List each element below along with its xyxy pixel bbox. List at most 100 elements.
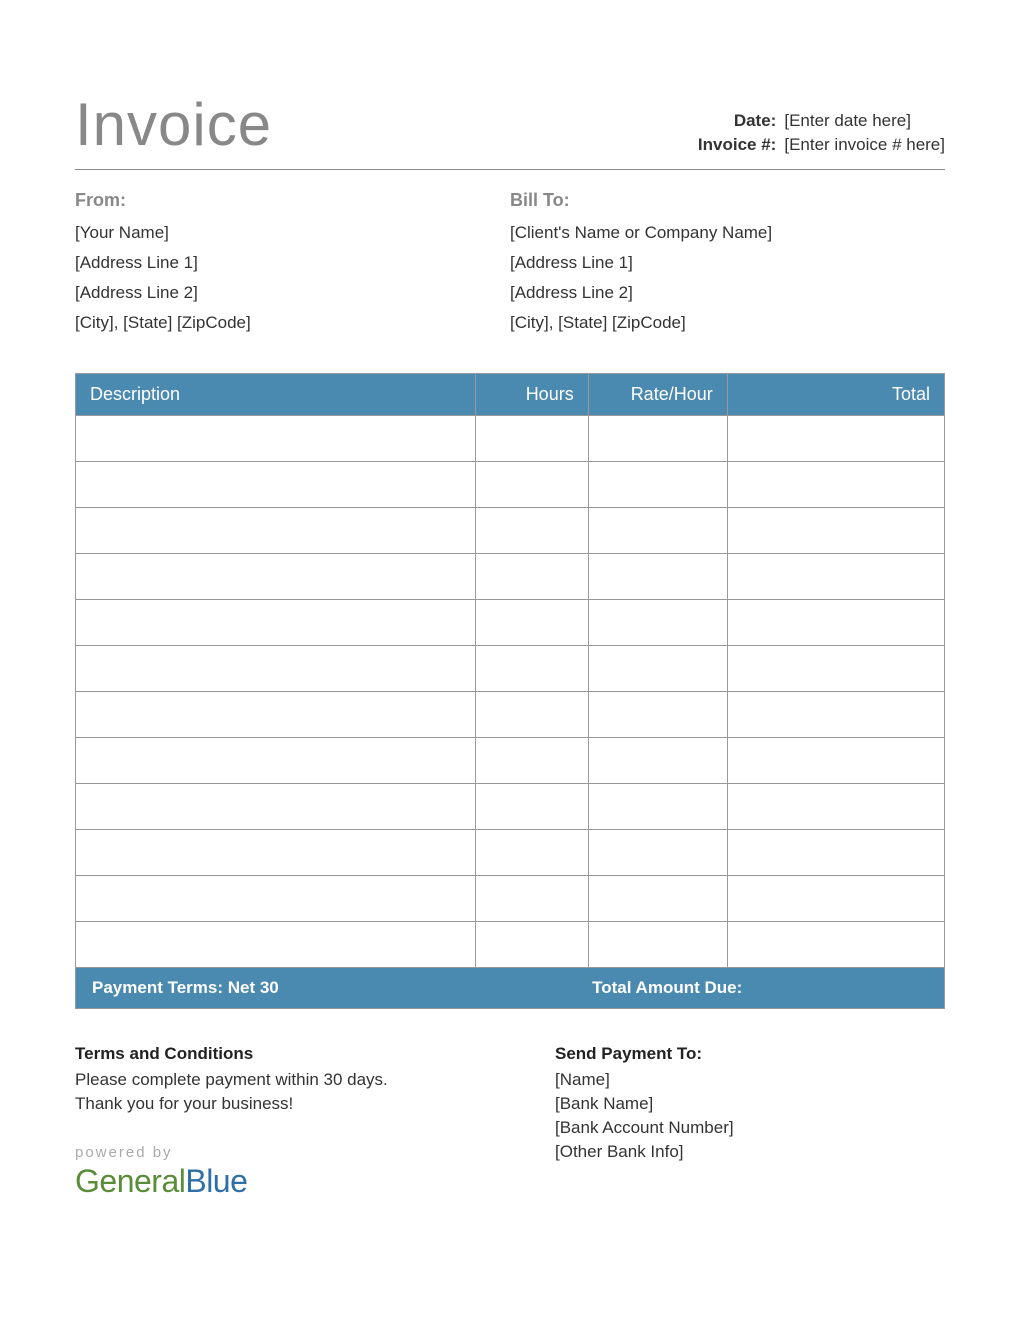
cell-rate[interactable] [588, 692, 727, 738]
cell-total[interactable] [727, 784, 944, 830]
col-description: Description [76, 374, 476, 416]
cell-hours[interactable] [475, 646, 588, 692]
cell-hours[interactable] [475, 738, 588, 784]
cell-description[interactable] [76, 416, 476, 462]
cell-description[interactable] [76, 922, 476, 968]
brand-second: Blue [185, 1163, 247, 1199]
col-rate: Rate/Hour [588, 374, 727, 416]
cell-total[interactable] [727, 508, 944, 554]
invoice-number-value[interactable]: [Enter invoice # here] [784, 135, 945, 155]
from-block: From: [Your Name] [Address Line 1] [Addr… [75, 190, 510, 343]
from-name[interactable]: [Your Name] [75, 223, 510, 243]
cell-rate[interactable] [588, 416, 727, 462]
cell-rate[interactable] [588, 462, 727, 508]
cell-hours[interactable] [475, 784, 588, 830]
cell-description[interactable] [76, 692, 476, 738]
cell-description[interactable] [76, 876, 476, 922]
logo: powered by GeneralBlue [75, 1144, 465, 1200]
billto-name[interactable]: [Client's Name or Company Name] [510, 223, 945, 243]
cell-hours[interactable] [475, 830, 588, 876]
send-payment-heading: Send Payment To: [555, 1044, 945, 1064]
cell-total[interactable] [727, 692, 944, 738]
line-items-table: Description Hours Rate/Hour Total [75, 373, 945, 968]
cell-description[interactable] [76, 462, 476, 508]
table-row [76, 876, 945, 922]
payment-name[interactable]: [Name] [555, 1070, 945, 1090]
table-row [76, 508, 945, 554]
table-row [76, 646, 945, 692]
cell-description[interactable] [76, 830, 476, 876]
cell-hours[interactable] [475, 508, 588, 554]
totals-bar: Payment Terms: Net 30 Total Amount Due: [75, 968, 945, 1009]
billto-address1[interactable]: [Address Line 1] [510, 253, 945, 273]
powered-by: powered by [75, 1144, 465, 1161]
cell-total[interactable] [727, 738, 944, 784]
billto-block: Bill To: [Client's Name or Company Name]… [510, 190, 945, 343]
table-row [76, 462, 945, 508]
page-title: Invoice [75, 90, 272, 159]
col-total: Total [727, 374, 944, 416]
cell-description[interactable] [76, 784, 476, 830]
billto-city[interactable]: [City], [State] [ZipCode] [510, 313, 945, 333]
cell-total[interactable] [727, 416, 944, 462]
cell-hours[interactable] [475, 462, 588, 508]
cell-hours[interactable] [475, 876, 588, 922]
date-value[interactable]: [Enter date here] [784, 111, 911, 131]
payment-other[interactable]: [Other Bank Info] [555, 1142, 945, 1162]
cell-total[interactable] [727, 876, 944, 922]
from-heading: From: [75, 190, 510, 211]
from-city[interactable]: [City], [State] [ZipCode] [75, 313, 510, 333]
cell-description[interactable] [76, 508, 476, 554]
invoice-meta: Date: [Enter date here] Invoice #: [Ente… [694, 111, 945, 159]
bottom-section: Terms and Conditions Please complete pay… [75, 1044, 945, 1200]
terms-block: Terms and Conditions Please complete pay… [75, 1044, 465, 1200]
total-due-label: Total Amount Due: [588, 968, 746, 1008]
cell-hours[interactable] [475, 600, 588, 646]
send-payment-block: Send Payment To: [Name] [Bank Name] [Ban… [465, 1044, 945, 1200]
cell-rate[interactable] [588, 554, 727, 600]
table-row [76, 830, 945, 876]
cell-total[interactable] [727, 462, 944, 508]
brand-name: GeneralBlue [75, 1163, 465, 1200]
invoice-number-label: Invoice #: [694, 135, 784, 155]
from-address2[interactable]: [Address Line 2] [75, 283, 510, 303]
cell-description[interactable] [76, 554, 476, 600]
cell-total[interactable] [727, 600, 944, 646]
cell-rate[interactable] [588, 876, 727, 922]
payment-bank[interactable]: [Bank Name] [555, 1094, 945, 1114]
from-address1[interactable]: [Address Line 1] [75, 253, 510, 273]
cell-hours[interactable] [475, 692, 588, 738]
brand-first: General [75, 1163, 185, 1199]
cell-rate[interactable] [588, 646, 727, 692]
cell-rate[interactable] [588, 738, 727, 784]
cell-hours[interactable] [475, 922, 588, 968]
cell-total[interactable] [727, 646, 944, 692]
cell-rate[interactable] [588, 600, 727, 646]
cell-total[interactable] [727, 554, 944, 600]
cell-description[interactable] [76, 646, 476, 692]
header: Invoice Date: [Enter date here] Invoice … [75, 90, 945, 170]
cell-hours[interactable] [475, 416, 588, 462]
col-hours: Hours [475, 374, 588, 416]
billto-heading: Bill To: [510, 190, 945, 211]
cell-rate[interactable] [588, 784, 727, 830]
payment-account[interactable]: [Bank Account Number] [555, 1118, 945, 1138]
cell-rate[interactable] [588, 508, 727, 554]
cell-rate[interactable] [588, 830, 727, 876]
billto-address2[interactable]: [Address Line 2] [510, 283, 945, 303]
table-row [76, 784, 945, 830]
table-row [76, 554, 945, 600]
cell-total[interactable] [727, 830, 944, 876]
table-row [76, 600, 945, 646]
table-row [76, 738, 945, 784]
date-label: Date: [694, 111, 784, 131]
payment-terms: Payment Terms: Net 30 [76, 968, 588, 1008]
cell-description[interactable] [76, 600, 476, 646]
table-row [76, 922, 945, 968]
cell-hours[interactable] [475, 554, 588, 600]
total-due-value [746, 968, 944, 1008]
address-section: From: [Your Name] [Address Line 1] [Addr… [75, 190, 945, 343]
cell-total[interactable] [727, 922, 944, 968]
cell-rate[interactable] [588, 922, 727, 968]
cell-description[interactable] [76, 738, 476, 784]
